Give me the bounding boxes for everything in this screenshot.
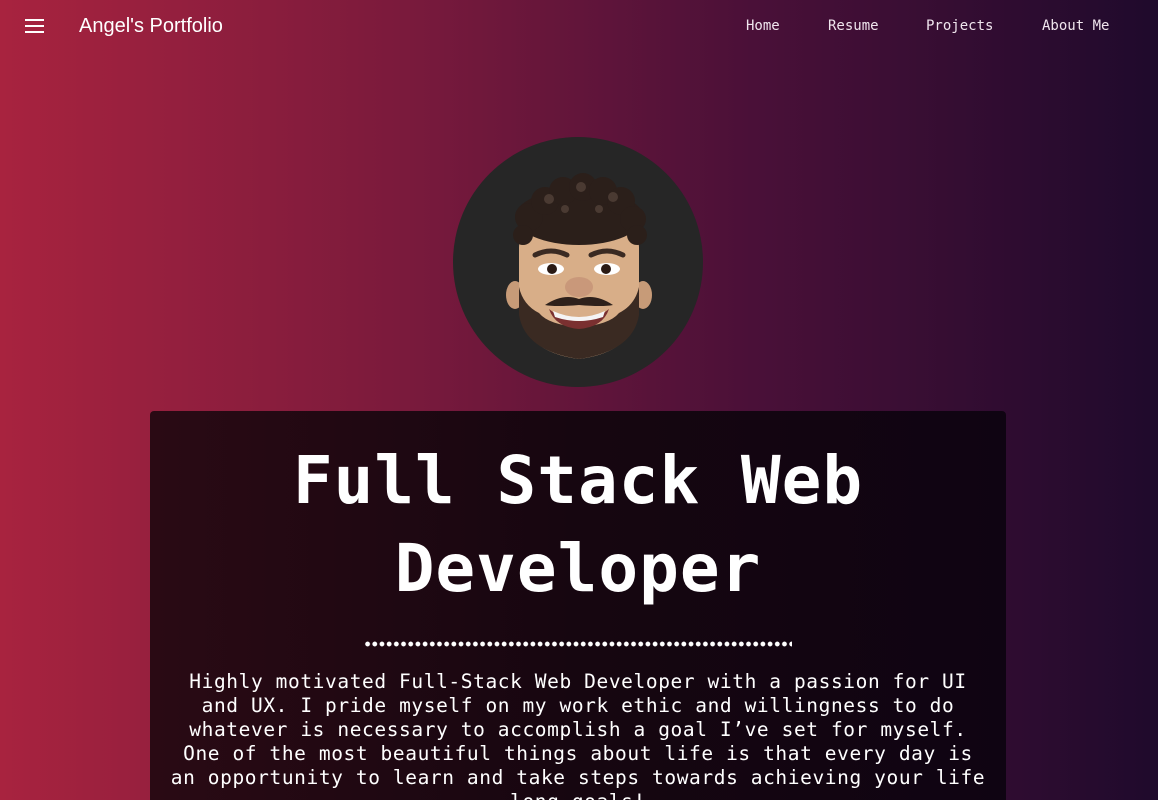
memoji-avatar-image	[506, 173, 652, 359]
nav-link-projects[interactable]: Projects	[926, 18, 993, 34]
profile-avatar	[453, 137, 703, 387]
nav-link-resume[interactable]: Resume	[828, 18, 879, 34]
brand-link[interactable]: Angel's Portfolio	[79, 15, 223, 38]
hero-bio: Highly motivated Full-Stack Web Develope…	[170, 670, 986, 800]
dotted-divider	[364, 641, 792, 647]
hero-card: Full Stack Web Developer Highly motivate…	[150, 411, 1006, 800]
hero-headline: Full Stack Web Developer	[292, 442, 864, 607]
nav-link-about-me[interactable]: About Me	[1042, 18, 1109, 34]
nav-link-home[interactable]: Home	[746, 18, 780, 34]
top-navbar: Angel's Portfolio Home Resume Projects A…	[0, 0, 1158, 54]
hamburger-menu-icon[interactable]	[25, 19, 45, 35]
